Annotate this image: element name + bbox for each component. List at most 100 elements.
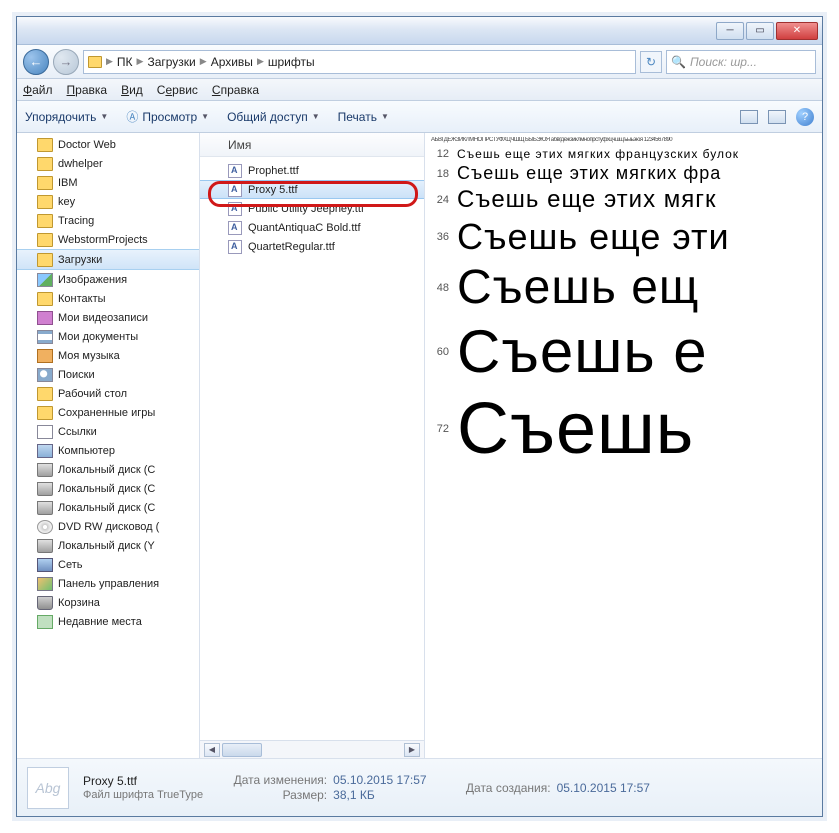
menu-tools[interactable]: Сервис [157,83,198,97]
minimize-button[interactable]: ─ [716,22,744,40]
disk-icon [37,501,53,515]
tree-item[interactable]: Недавние места [17,612,199,631]
file-item[interactable]: QuantAntiquaC Bold.ttf [200,218,424,237]
menu-help[interactable]: Справка [212,83,259,97]
file-name: QuantAntiquaC Bold.ttf [248,222,361,234]
details-filetype: Файл шрифта TrueType [83,789,203,801]
file-item[interactable]: Proxy 5.ttf [200,180,424,199]
organize-button[interactable]: Упорядочить▼ [25,110,108,124]
preview-text: Съешь еще эти [457,216,730,258]
tree-item[interactable]: DVD RW дисковод ( [17,517,199,536]
help-button[interactable]: ? [796,108,814,126]
preview-row: 48Съешь ещ [431,260,816,315]
disk-icon [37,482,53,496]
preview-row: 60Съешь е [431,317,816,386]
file-item[interactable]: QuartetRegular.ttf [200,237,424,256]
search-input[interactable]: 🔍 Поиск: шр... [666,50,816,74]
tree-item[interactable]: IBM [17,173,199,192]
scroll-right-button[interactable]: ▶ [404,743,420,757]
tree-item[interactable]: Загрузки [17,249,199,270]
tree-item[interactable]: Панель управления [17,574,199,593]
tree-item[interactable]: dwhelper [17,154,199,173]
file-list-pane: Имя Prophet.ttfProxy 5.ttfPublic Utility… [200,133,425,758]
tree-item[interactable]: Локальный диск (C [17,498,199,517]
font-size-label: 18 [431,168,449,180]
preview-pane-button[interactable] [768,110,786,124]
tree-item[interactable]: Локальный диск (C [17,460,199,479]
font-file-icon [228,183,242,197]
tree-item[interactable]: Мои видеозаписи [17,308,199,327]
file-name: QuartetRegular.ttf [248,241,335,253]
crumb-item[interactable]: Загрузки [147,55,195,69]
size-value: 38,1 КБ [333,788,375,802]
tree-item-label: Загрузки [58,254,102,266]
tree-item-label: Рабочий стол [58,388,127,400]
tree-item[interactable]: Компьютер [17,441,199,460]
font-size-label: 24 [431,194,449,206]
doc-icon [37,330,53,344]
tree-item[interactable]: Локальный диск (C [17,479,199,498]
tree-item[interactable]: Doctor Web [17,135,199,154]
tree-item-label: Локальный диск (Y [58,540,155,552]
crumb-root[interactable]: ПК [117,55,133,69]
tree-item[interactable]: Рабочий стол [17,384,199,403]
tree-item-label: IBM [58,177,78,189]
size-label: Размер: [217,788,327,802]
tree-item[interactable]: Сохраненные игры [17,403,199,422]
preview-text: Съешь еще этих мягких французских булок [457,147,739,161]
menu-edit[interactable]: Правка [67,83,108,97]
tree-item-label: Контакты [58,293,106,305]
file-thumbnail: Abg [27,767,69,809]
music-icon [37,349,53,363]
scroll-thumb[interactable] [222,743,262,757]
tree-item[interactable]: Контакты [17,289,199,308]
menu-file[interactable]: Файл [23,83,53,97]
font-icon: Ⓐ [126,108,138,125]
preview-header: АБВГДЕЖЗИКЛМНОПРСТУФХЦЧШЩЪЫЬЭЮЯ абвгдежз… [431,137,816,143]
crumb-item[interactable]: Архивы [211,55,253,69]
horizontal-scrollbar[interactable]: ◀ ▶ [200,740,424,758]
nav-tree[interactable]: Doctor Webdwhelper IBM keyTracing WebstormP… [17,133,200,758]
toolbar: Упорядочить▼ ⒶПросмотр▼ Общий доступ▼ Пе… [17,101,822,133]
details-pane: Abg Proxy 5.ttf Файл шрифта TrueType Дат… [17,758,822,816]
font-size-label: 60 [431,346,449,358]
view-mode-button[interactable] [740,110,758,124]
vid-icon [37,311,53,325]
tree-item[interactable]: Корзина [17,593,199,612]
close-button[interactable]: ✕ [776,22,818,40]
tree-item[interactable]: Поиски [17,365,199,384]
maximize-button[interactable]: ▭ [746,22,774,40]
search-icon [37,368,53,382]
chevron-right-icon: ▶ [257,56,264,67]
back-button[interactable]: ← [23,49,49,75]
scroll-left-button[interactable]: ◀ [204,743,220,757]
preview-button[interactable]: ⒶПросмотр▼ [126,108,209,125]
tree-item[interactable]: WebstormProjects [17,230,199,249]
breadcrumb[interactable]: ▶ ПК ▶ Загрузки ▶ Архивы ▶ шрифты [83,50,636,74]
tree-item[interactable]: Изображения [17,270,199,289]
tree-item-label: WebstormProjects [58,234,148,246]
print-button[interactable]: Печать▼ [338,110,389,124]
folder-icon [37,292,53,306]
file-item[interactable]: Public Utility Jeepney.ttf [200,199,424,218]
forward-button[interactable]: → [53,49,79,75]
font-file-icon [228,240,242,254]
share-button[interactable]: Общий доступ▼ [227,110,320,124]
tree-item[interactable]: key [17,192,199,211]
tree-item[interactable]: Сеть [17,555,199,574]
tree-item[interactable]: Моя музыка [17,346,199,365]
search-icon: 🔍 [671,55,686,69]
column-header-name[interactable]: Имя [200,133,424,157]
refresh-button[interactable]: ↻ [640,51,662,73]
menu-view[interactable]: Вид [121,83,143,97]
tree-item[interactable]: Tracing [17,211,199,230]
folder-icon [37,387,53,401]
preview-text: Съешь еще этих мягких фра [457,163,721,184]
pc-icon [37,444,53,458]
file-item[interactable]: Prophet.ttf [200,161,424,180]
tree-item[interactable]: Локальный диск (Y [17,536,199,555]
tree-item[interactable]: Мои документы [17,327,199,346]
explorer-window: ─ ▭ ✕ ← → ▶ ПК ▶ Загрузки ▶ Архивы ▶ шри… [16,16,823,817]
tree-item[interactable]: Ссылки [17,422,199,441]
crumb-item[interactable]: шрифты [268,55,315,69]
